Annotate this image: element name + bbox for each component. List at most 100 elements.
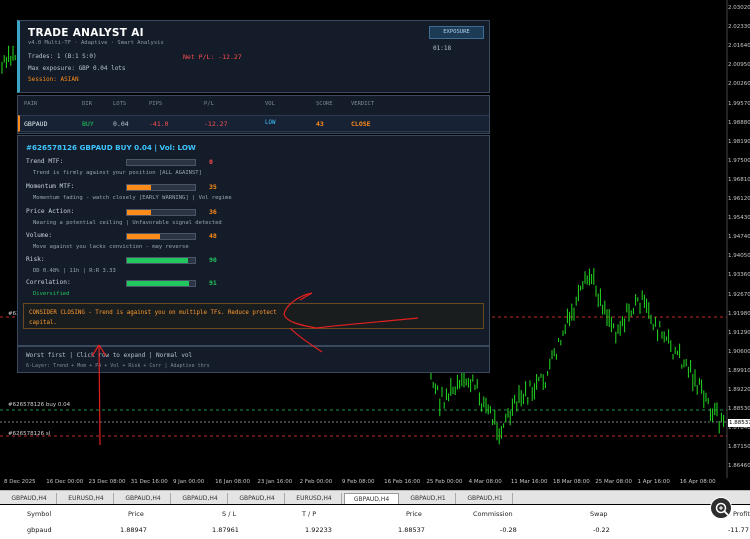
summary-panel: TRADE ANALYST AI v4.0 Multi-TF · Adaptiv… — [17, 20, 490, 93]
pos-sl: 1.87961 — [212, 526, 239, 534]
price-tick: 1.90600 — [728, 348, 750, 355]
price-tick: 1.93360 — [728, 272, 750, 279]
time-tick: 23 Dec 08:00 — [88, 479, 126, 485]
factor-note: Nearing a potential ceiling | Unfavorabl… — [33, 220, 222, 226]
time-tick: 16 Dec 00:00 — [46, 479, 84, 485]
col-verdict: VERDICT — [351, 101, 375, 107]
time-tick: 9 Feb 08:00 — [341, 479, 375, 485]
factor-score-bar — [126, 159, 196, 166]
price-tick: 1.96120 — [728, 196, 750, 202]
time-tick: 23 Jan 16:00 — [257, 479, 293, 485]
factor-score: 36 — [209, 208, 217, 216]
row-pips: -41.0 — [149, 120, 169, 128]
price-tick: 1.94050 — [728, 253, 750, 260]
price-tick: 2.01640 — [728, 43, 750, 50]
factor-score-fill — [127, 234, 160, 239]
pos-symbol[interactable]: gbpaud — [27, 526, 52, 534]
price-tick: 1.91980 — [728, 310, 750, 317]
pos-swap: -0.22 — [593, 526, 610, 534]
factor-score-fill — [127, 258, 189, 263]
chart-tab[interactable]: GBPAUD,H4 — [173, 493, 228, 504]
time-tick: 1 Apr 16:00 — [637, 479, 670, 485]
app-subtitle: v4.0 Multi-TF · Adaptive · Smart Analysi… — [28, 40, 164, 46]
chart-tabs: GBPAUD,H4 EURUSD,H4 GBPAUD,H4 GBPAUD,H4 GBPA… — [0, 490, 750, 504]
factor-note: Move against you lacks conviction - may … — [33, 244, 189, 250]
pos-col-tp: T / P — [302, 510, 317, 518]
row-score: 43 — [316, 120, 324, 128]
price-tick: 2.02330 — [728, 24, 750, 31]
factor-label: Trend MTF: — [26, 158, 64, 165]
pos-tp: 1.92233 — [305, 526, 332, 534]
net-pl: Net P/L: -12.27 — [183, 53, 242, 61]
col-lots: LOTS — [113, 101, 127, 107]
price-tick: 1.94740 — [728, 234, 750, 241]
price-tick: 1.99570 — [728, 100, 750, 107]
zoom-icon[interactable] — [710, 497, 732, 519]
row-lots: 0.04 — [113, 120, 129, 128]
trade-label-sl: #626578126 sl — [8, 431, 51, 437]
factor-label: Risk: — [26, 256, 45, 263]
exposure-button[interactable]: EXPOSURE — [429, 26, 484, 39]
factor-score-bar — [126, 209, 196, 216]
pos-col-profit: Profit — [733, 510, 750, 518]
time-tick: 16 Apr 08:00 — [679, 479, 716, 485]
verdict-callout: CONSIDER CLOSING - Trend is against you … — [23, 303, 484, 329]
pos-col-commission: Commission — [473, 510, 513, 518]
pos-price-current: 1.88537 — [398, 526, 425, 534]
factor-score: 35 — [209, 183, 217, 191]
chart-tab[interactable]: GBPAUD,H1 — [401, 493, 456, 504]
chart-tab[interactable]: GBPAUD,H4 — [116, 493, 171, 504]
factor-note: Momentum fading - watch closely [EARLY W… — [33, 195, 232, 201]
price-tick: 1.87150 — [728, 444, 750, 451]
trade-label-buy: #626578126 buy 0.04 — [8, 402, 71, 408]
price-tick: 1.97500 — [728, 157, 750, 164]
chart-tab[interactable]: EURUSD,H4 — [59, 493, 114, 504]
col-pips: PIPS — [149, 101, 163, 107]
price-tick: 1.98880 — [728, 119, 750, 126]
factor-score-fill — [127, 210, 152, 215]
app-title: TRADE ANALYST AI — [28, 27, 144, 39]
footer-hint[interactable]: Worst first | Click row to expand | Norm… — [26, 352, 192, 359]
factor-score: 91 — [209, 279, 217, 287]
factor-score-fill — [127, 281, 189, 286]
factor-label: Price Action: — [26, 208, 75, 215]
price-tick: 1.95430 — [728, 215, 750, 222]
chart-tab[interactable]: GBPAUD,H4 — [344, 493, 399, 504]
factor-note: Trend is firmly against your position [A… — [33, 170, 202, 176]
time-tick: 4 Mar 08:00 — [468, 479, 502, 485]
price-tick: 1.89220 — [728, 387, 750, 393]
positions-table: Symbol Price S / L T / P Price Commissio… — [0, 505, 750, 539]
price-tick: 1.86460 — [728, 463, 750, 470]
col-pair: PAIR — [24, 101, 38, 107]
factor-label: Correlation: — [26, 279, 71, 286]
pos-col-sl: S / L — [222, 510, 237, 518]
time-tick: 25 Mar 08:00 — [595, 479, 633, 485]
pos-col-swap: Swap — [590, 510, 608, 518]
price-tick: 1.88530 — [728, 406, 750, 413]
price-tick: 2.00950 — [728, 62, 750, 69]
chart-tab[interactable]: GBPAUD,H1 — [458, 493, 513, 504]
chart-tab[interactable]: GBPAUD,H4 — [2, 493, 57, 504]
time-tick: 9 Jan 00:00 — [172, 479, 205, 485]
factor-score-bar — [126, 280, 196, 287]
factor-score-fill — [127, 185, 151, 190]
pos-col-symbol: Symbol — [27, 510, 52, 518]
time-tick: 16 Jan 08:00 — [215, 479, 250, 485]
price-tick: 1.91290 — [728, 329, 750, 336]
row-verdict: CLOSE — [351, 120, 371, 128]
panel-footer: Worst first | Click row to expand | Norm… — [17, 346, 490, 373]
row-pair: GBPAUD — [24, 120, 48, 128]
pos-commission: -0.28 — [500, 526, 517, 534]
max-exposure: Max exposure: GBP 0.04 lots — [28, 65, 126, 72]
factor-score-bar — [126, 184, 196, 191]
factor-score: 90 — [209, 256, 217, 264]
chart-tab[interactable]: GBPAUD,H4 — [230, 493, 285, 504]
row-dir: BUY — [82, 120, 94, 128]
chart-tab[interactable]: EURUSD,H4 — [287, 493, 342, 504]
time-tick: 31 Dec 16:00 — [130, 479, 168, 485]
time-tick: 11 Mar 16:00 — [510, 479, 548, 485]
time-tick: 8 Dec 2025 — [4, 479, 36, 485]
trades-table: PAIR DIR LOTS PIPS P/L VOL SCORE VERDICT… — [17, 95, 490, 134]
time-tick: 25 Feb 00:00 — [426, 479, 463, 485]
time-tick: 2 Feb 00:00 — [299, 479, 333, 485]
